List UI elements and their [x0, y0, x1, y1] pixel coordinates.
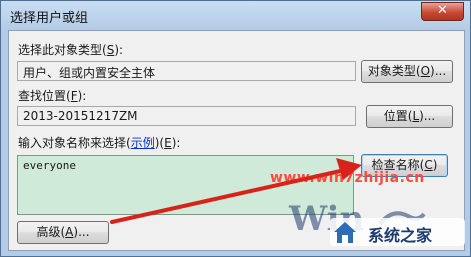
object-type-field: 用户、组或内置安全主体 [17, 61, 356, 81]
locations-button[interactable]: 位置(L)... [366, 105, 453, 128]
location-label: 查找位置(F): [18, 89, 87, 103]
location-field: 2013-20151217ZM [17, 106, 356, 126]
close-button[interactable]: ✕ [421, 2, 464, 21]
close-icon: ✕ [437, 3, 448, 18]
house-icon [334, 222, 356, 243]
advanced-button[interactable]: 高级(A)... [17, 221, 109, 244]
title-bar[interactable]: 选择用户或组 ✕ [1, 1, 470, 29]
object-type-label: 选择此对象类型(S): [18, 43, 124, 57]
object-names-label: 输入对象名称来选择(示例)(E): [18, 136, 181, 150]
object-types-button[interactable]: 对象类型(O)... [361, 60, 453, 83]
watermark-url: www.win7zhijia.cn [270, 170, 425, 186]
examples-link[interactable]: 示例 [131, 136, 155, 150]
dialog-title: 选择用户或组 [10, 11, 89, 26]
site-name: 系统之家 [368, 226, 433, 245]
